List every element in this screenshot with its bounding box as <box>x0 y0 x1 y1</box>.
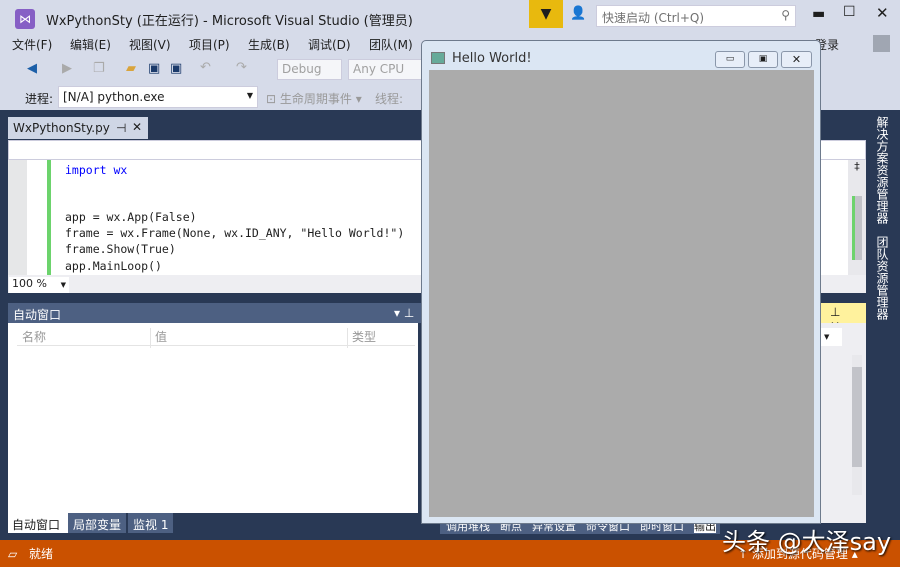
quick-launch-placeholder: 快速启动 (Ctrl+Q) <box>602 11 705 25</box>
hello-client-area[interactable] <box>429 70 814 517</box>
chevron-down-icon: ▼ <box>246 91 253 100</box>
open-folder-icon[interactable]: ▰ <box>126 61 136 76</box>
undo-icon[interactable]: ↶ <box>200 60 211 75</box>
new-project-icon[interactable]: ❐ <box>93 61 105 76</box>
autos-tab-active[interactable]: 自动窗口 <box>8 513 68 533</box>
scroll-thumb[interactable] <box>852 367 862 467</box>
editor-tab-label: WxPythonSty.py <box>13 121 110 135</box>
code-line: frame = wx.Frame(None, wx.ID_ANY, "Hello… <box>65 226 405 240</box>
lifecycle-events-button[interactable]: ⊡ 生命周期事件 ▾ <box>266 90 362 107</box>
minimize-button[interactable]: ▬ <box>812 6 825 22</box>
close-tab-icon[interactable]: ✕ <box>132 120 142 134</box>
right-panel-header: ⊥ ✕ <box>818 303 866 333</box>
redo-icon[interactable]: ↷ <box>236 60 247 75</box>
autos-columns: 名称 值 类型 <box>17 325 415 348</box>
code-line: frame.Show(True) <box>65 242 176 256</box>
process-label: 进程: <box>25 92 54 106</box>
locals-tab[interactable]: 局部变量 <box>68 513 127 533</box>
account-feedback-icon[interactable]: 👤 <box>570 6 586 21</box>
autos-header: 自动窗口 ▾ ⊥ <box>8 303 428 323</box>
back-icon[interactable]: ◀ <box>27 61 37 76</box>
autos-title: 自动窗口 <box>13 308 62 322</box>
vs-logo-icon: ⋈ <box>15 9 35 29</box>
watch-tab[interactable]: 监视 1 <box>128 513 174 533</box>
menu-debug[interactable]: 调试(D) <box>308 36 351 53</box>
autos-body[interactable] <box>8 323 418 513</box>
scroll-thumb[interactable] <box>852 196 862 260</box>
watermark: 头条 @大泽say <box>722 528 892 556</box>
code-line: app.MainLoop() <box>65 259 162 273</box>
app-icon <box>431 52 445 64</box>
hello-maximize-button[interactable]: ▣ <box>748 51 778 68</box>
column-name[interactable]: 名称 <box>22 328 46 345</box>
pin-icon[interactable]: ⊥ <box>830 305 840 319</box>
split-icon[interactable]: ‡ <box>848 160 866 173</box>
editor-margin <box>8 160 27 275</box>
right-panel-dropdown[interactable]: ▼ <box>818 328 842 346</box>
lifecycle-icon: ⊡ <box>266 92 280 106</box>
column-value[interactable]: 值 <box>150 328 167 348</box>
code-line: import wx <box>65 163 127 177</box>
solution-explorer-tab[interactable]: 解决方案资源管理器 <box>874 116 891 224</box>
save-all-icon[interactable]: ▣ <box>170 61 182 76</box>
chevron-down-icon: ▼ <box>60 281 66 289</box>
thread-label: 线程: <box>375 92 404 106</box>
process-dropdown[interactable]: [N/A] python.exe ▼ <box>58 86 258 108</box>
menu-view[interactable]: 视图(V) <box>129 36 171 53</box>
avatar[interactable] <box>873 35 890 52</box>
platform-dropdown[interactable]: Any CPU <box>348 59 423 80</box>
column-type[interactable]: 类型 <box>347 328 376 348</box>
save-icon[interactable]: ▣ <box>148 61 160 76</box>
hello-minimize-button[interactable]: ▭ <box>715 51 745 68</box>
menu-file[interactable]: 文件(F) <box>12 36 52 53</box>
lifecycle-label: 生命周期事件 <box>279 92 352 106</box>
hello-window-title: Hello World! <box>452 51 532 66</box>
pin-icon[interactable]: ▾ ⊥ <box>394 306 414 320</box>
code-line: app = wx.App(False) <box>65 210 197 224</box>
zoom-value: 100 % <box>12 277 47 290</box>
menu-team[interactable]: 团队(M) <box>369 36 413 53</box>
maximize-button[interactable]: ☐ <box>843 4 856 20</box>
team-explorer-tab[interactable]: 团队资源管理器 <box>874 236 891 320</box>
status-text: 就绪 <box>29 547 54 561</box>
menu-build[interactable]: 生成(B) <box>248 36 290 53</box>
pin-icon[interactable]: ⊣ <box>116 121 126 135</box>
forward-icon[interactable]: ▶ <box>62 61 72 76</box>
menu-project[interactable]: 项目(P) <box>189 36 230 53</box>
hello-close-button[interactable]: ✕ <box>781 51 812 68</box>
window-title: WxPythonSty (正在运行) - Microsoft Visual St… <box>46 14 413 29</box>
feedback-filter-button[interactable]: ▼ <box>529 0 563 28</box>
config-dropdown[interactable]: Debug <box>277 59 342 80</box>
menu-edit[interactable]: 编辑(E) <box>70 36 111 53</box>
code-text: import wx <box>65 163 128 177</box>
search-icon: ⚲ <box>781 8 790 22</box>
zoom-dropdown[interactable]: 100 % ▼ <box>9 277 69 293</box>
status-icon: ▱ <box>8 547 22 561</box>
close-button[interactable]: ✕ <box>876 4 889 22</box>
editor-tab[interactable]: WxPythonSty.py ⊣ ✕ <box>8 117 148 139</box>
right-panel-scrollbar[interactable] <box>852 355 862 495</box>
hello-world-window[interactable]: Hello World! ▭ ▣ ✕ <box>421 40 821 524</box>
quick-launch-input[interactable]: 快速启动 (Ctrl+Q) ⚲ <box>596 5 796 27</box>
editor-vertical-scrollbar[interactable]: ‡ <box>848 160 866 275</box>
change-indicator <box>47 160 51 275</box>
process-value: [N/A] python.exe <box>63 90 165 104</box>
